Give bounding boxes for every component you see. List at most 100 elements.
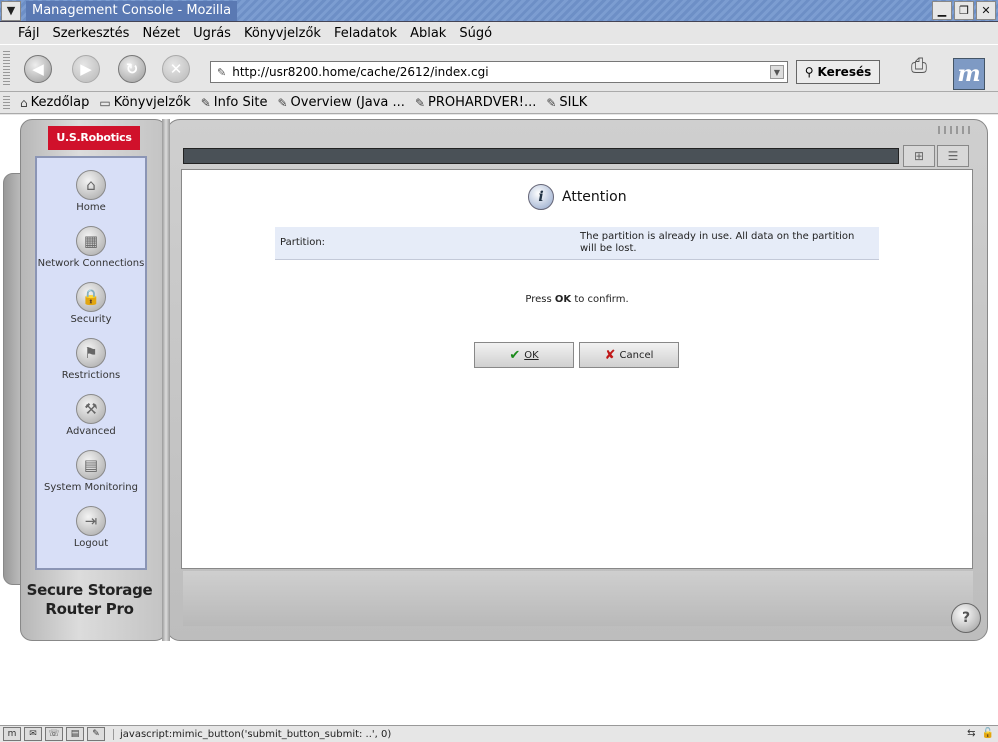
chat-icon[interactable]: ☏ [45, 727, 63, 741]
row-value: The partition is already in use. All dat… [580, 231, 855, 254]
sidebar: ⌂ Home ▦ Network Connections 🔒 Security … [35, 156, 147, 570]
address-book-icon[interactable]: ✎ [87, 727, 105, 741]
frame-divider [162, 119, 170, 641]
status-bar: m ✉ ☏ ▤ ✎ javascript:mimic_button('submi… [0, 725, 998, 742]
status-text: javascript:mimic_button('submit_button_s… [113, 728, 391, 740]
menu-tasks[interactable]: Feladatok [334, 26, 397, 41]
monitor-icon: ▤ [76, 450, 106, 480]
usrobotics-logo: U.S.Robotics [48, 126, 140, 150]
dialog-title: Attention [562, 189, 627, 205]
menu-window[interactable]: Ablak [410, 26, 446, 41]
url-dropdown-icon[interactable]: ▼ [770, 65, 784, 79]
stop-button[interactable]: ✕ [162, 55, 190, 83]
bookmark-icon: ✎ [200, 95, 211, 110]
folder-icon: ▭ [99, 95, 111, 110]
cross-icon: ✘ [604, 347, 616, 363]
bookmark-icon: ✎ [414, 95, 425, 110]
window-title: Management Console - Mozilla [26, 0, 238, 21]
browser-window: ▼ Management Console - Mozilla ▁ ❐ ✕ Fáj… [0, 0, 998, 742]
sidebar-item-home[interactable]: ⌂ Home [37, 170, 145, 224]
title-bar: ▼ Management Console - Mozilla ▁ ❐ ✕ [0, 0, 998, 22]
bookmark-overview[interactable]: ✎ Overview (Java ... [277, 95, 404, 110]
list-icon[interactable]: ☰ [937, 145, 969, 167]
info-row: Partition: The partition is already in u… [275, 227, 879, 260]
sidebar-item-label: Security [70, 314, 112, 325]
dialog-header: i Attention [528, 184, 627, 210]
ok-button[interactable]: ✔ OK [474, 342, 574, 368]
bookmark-prohardver[interactable]: ✎ PROHARDVER!... [415, 95, 536, 110]
url-text: http://usr8200.home/cache/2612/index.cgi [232, 65, 489, 79]
sidebar-item-logout[interactable]: ⇥ Logout [37, 506, 145, 560]
home-icon: ⌂ [20, 95, 28, 110]
mail-icon[interactable]: ✉ [24, 727, 42, 741]
info-icon: i [528, 184, 554, 210]
help-icon[interactable]: ? [951, 603, 981, 633]
print-icon[interactable]: ⎙ [904, 53, 934, 81]
cancel-button[interactable]: ✘ Cancel [579, 342, 679, 368]
forward-button[interactable]: ▶ [72, 55, 100, 83]
sidebar-item-label: Logout [73, 538, 109, 549]
close-icon[interactable]: ✕ [976, 1, 996, 20]
composer-icon[interactable]: ▤ [66, 727, 84, 741]
search-button[interactable]: ⚲ Keresés [796, 60, 880, 84]
menu-file[interactable]: Fájl [18, 26, 39, 41]
window-menu-icon[interactable]: ▼ [1, 0, 21, 21]
bookmarks-grip[interactable] [3, 96, 10, 110]
search-icon: ⚲ [804, 65, 814, 79]
menu-bar: Fájl Szerkesztés Nézet Ugrás Könyvjelzők… [0, 22, 998, 44]
menu-bookmarks[interactable]: Könyvjelzők [244, 26, 321, 41]
mozilla-small-icon[interactable]: m [3, 727, 21, 741]
bookmarks-toolbar: ⌂ Kezdőlap ▭ Könyvjelzők ✎ Info Site ✎ Overv… [0, 92, 998, 114]
product-name: Secure Storage Router Pro [22, 581, 157, 619]
row-label: Partition: [280, 237, 326, 248]
sidebar-item-label: Restrictions [61, 370, 121, 381]
grip-dots-icon [938, 126, 972, 134]
bookmark-icon: ✎ [546, 95, 557, 110]
minimize-icon[interactable]: ▁ [932, 1, 952, 20]
confirm-text: Press OK to confirm. [525, 294, 629, 305]
menu-help[interactable]: Súgó [459, 26, 492, 41]
sidebar-item-advanced[interactable]: ⚒ Advanced [37, 394, 145, 448]
restrictions-icon: ⚑ [76, 338, 106, 368]
maximize-icon[interactable]: ❐ [954, 1, 974, 20]
footer-bar [183, 571, 973, 626]
sidebar-item-restrictions[interactable]: ⚑ Restrictions [37, 338, 145, 392]
reload-button[interactable]: ↻ [118, 55, 146, 83]
sitemap-icon[interactable]: ⊞ [903, 145, 935, 167]
sidebar-item-network-connections[interactable]: ▦ Network Connections [37, 226, 145, 280]
bookmark-icon: ✎ [277, 95, 288, 110]
ok-label: OK [524, 349, 539, 361]
lock-icon: 🔒 [76, 282, 106, 312]
network-status-icon: ⇆ [967, 728, 976, 739]
logout-icon: ⇥ [76, 506, 106, 536]
main-panel: i Attention Partition: The partition is … [181, 169, 973, 569]
bookmark-folder[interactable]: ▭ Könyvjelzők [99, 95, 190, 110]
cancel-label: Cancel [619, 349, 654, 361]
sidebar-item-system-monitoring[interactable]: ▤ System Monitoring [37, 450, 145, 504]
product-name-line2: Router Pro [45, 600, 134, 618]
sidebar-item-label: Network Connections [37, 258, 145, 269]
network-icon: ▦ [76, 226, 106, 256]
sidebar-item-label: Home [76, 202, 106, 213]
url-bar[interactable]: ✎ http://usr8200.home/cache/2612/index.c… [210, 61, 788, 83]
search-label: Keresés [817, 65, 872, 79]
sidebar-item-label: System Monitoring [44, 482, 138, 493]
check-icon: ✔ [509, 347, 521, 363]
bookmark-silk[interactable]: ✎ SILK [546, 95, 587, 110]
header-bar [183, 148, 899, 164]
bookmark-home[interactable]: ⌂ Kezdőlap [20, 95, 89, 110]
page-icon: ✎ [217, 65, 227, 79]
tools-icon: ⚒ [76, 394, 106, 424]
back-button[interactable]: ◀ [24, 55, 52, 83]
mozilla-logo-icon[interactable]: m [953, 58, 985, 90]
menu-go[interactable]: Ugrás [193, 26, 231, 41]
toolbar-grip[interactable] [3, 51, 10, 87]
product-name-line1: Secure Storage [26, 581, 153, 599]
bookmark-info-site[interactable]: ✎ Info Site [201, 95, 268, 110]
menu-view[interactable]: Nézet [142, 26, 180, 41]
menu-edit[interactable]: Szerkesztés [52, 26, 129, 41]
home-icon: ⌂ [76, 170, 106, 200]
navigation-toolbar: ◀ ▶ ↻ ✕ ✎ http://usr8200.home/cache/2612… [0, 44, 998, 92]
security-lock-icon: 🔓 [981, 728, 994, 739]
sidebar-item-security[interactable]: 🔒 Security [37, 282, 145, 336]
